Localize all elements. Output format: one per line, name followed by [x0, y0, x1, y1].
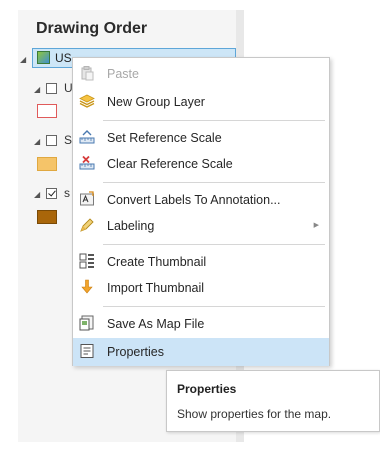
expand-triangle-icon: ◢ [34, 190, 41, 199]
layer-row-3[interactable]: ◢ s [34, 185, 74, 205]
layer-symbol-swatch [37, 210, 57, 224]
expand-triangle-icon: ◢ [34, 137, 41, 146]
menu-item-save-as-map-file[interactable]: Save As Map File [73, 311, 329, 337]
menu-item-labeling[interactable]: Labeling ▶ [73, 213, 329, 239]
menu-item-convert-labels[interactable]: Convert Labels To Annotation... [73, 187, 329, 213]
map-icon [37, 51, 50, 64]
submenu-arrow-icon: ▶ [313, 222, 319, 229]
clear-scale-icon [79, 155, 95, 170]
pane-title: Drawing Order [36, 20, 148, 37]
convert-labels-icon [80, 191, 94, 206]
layer-row-2[interactable]: ◢ S [34, 132, 74, 152]
import-thumbnail-icon [81, 279, 93, 294]
menu-item-label: Paste [107, 67, 139, 81]
labeling-icon [80, 218, 94, 232]
group-layer-icon [79, 94, 95, 108]
tooltip: Properties Show properties for the map. [166, 370, 380, 432]
map-label: US [55, 51, 72, 65]
layer-symbol-swatch [37, 157, 57, 171]
menu-separator [103, 244, 325, 245]
set-scale-icon [79, 130, 95, 144]
expand-triangle-icon: ◢ [34, 85, 41, 94]
menu-separator [103, 120, 325, 121]
menu-item-label: Create Thumbnail [107, 255, 207, 269]
menu-item-label: Properties [107, 345, 164, 359]
menu-item-label: Clear Reference Scale [107, 157, 233, 171]
menu-item-properties[interactable]: Properties [73, 338, 329, 366]
menu-item-new-group-layer[interactable]: New Group Layer [73, 89, 329, 115]
create-thumbnail-icon [79, 253, 94, 269]
menu-item-paste[interactable]: Paste [73, 61, 329, 87]
properties-icon [80, 344, 94, 358]
menu-item-label: Set Reference Scale [107, 131, 222, 145]
layer-label: S [64, 133, 73, 147]
menu-item-label: Save As Map File [107, 317, 205, 331]
paste-icon [81, 66, 94, 81]
layer-row-1[interactable]: ◢ U [34, 80, 74, 100]
layer-visibility-checkbox[interactable] [46, 188, 57, 199]
menu-item-label: Convert Labels To Annotation... [107, 193, 281, 207]
context-menu: Paste New Group Layer Set Reference Scal… [72, 57, 330, 366]
menu-item-label: Import Thumbnail [107, 281, 205, 295]
menu-item-import-thumbnail[interactable]: Import Thumbnail [73, 275, 329, 301]
menu-item-label: Labeling [107, 219, 155, 233]
menu-separator [103, 306, 325, 307]
layer-visibility-checkbox[interactable] [46, 135, 57, 146]
menu-item-create-thumbnail[interactable]: Create Thumbnail [73, 249, 329, 275]
layer-visibility-checkbox[interactable] [46, 83, 57, 94]
tooltip-title: Properties [177, 382, 237, 396]
layer-symbol-swatch [37, 104, 57, 118]
layer-label: s [64, 186, 70, 200]
menu-item-clear-reference-scale[interactable]: Clear Reference Scale [73, 151, 329, 177]
menu-item-label: New Group Layer [107, 95, 205, 109]
menu-item-set-reference-scale[interactable]: Set Reference Scale [73, 125, 329, 151]
menu-separator [103, 182, 325, 183]
save-map-file-icon [79, 315, 94, 331]
expand-triangle-icon: ◢ [20, 55, 27, 64]
tooltip-description: Show properties for the map. [177, 407, 332, 421]
